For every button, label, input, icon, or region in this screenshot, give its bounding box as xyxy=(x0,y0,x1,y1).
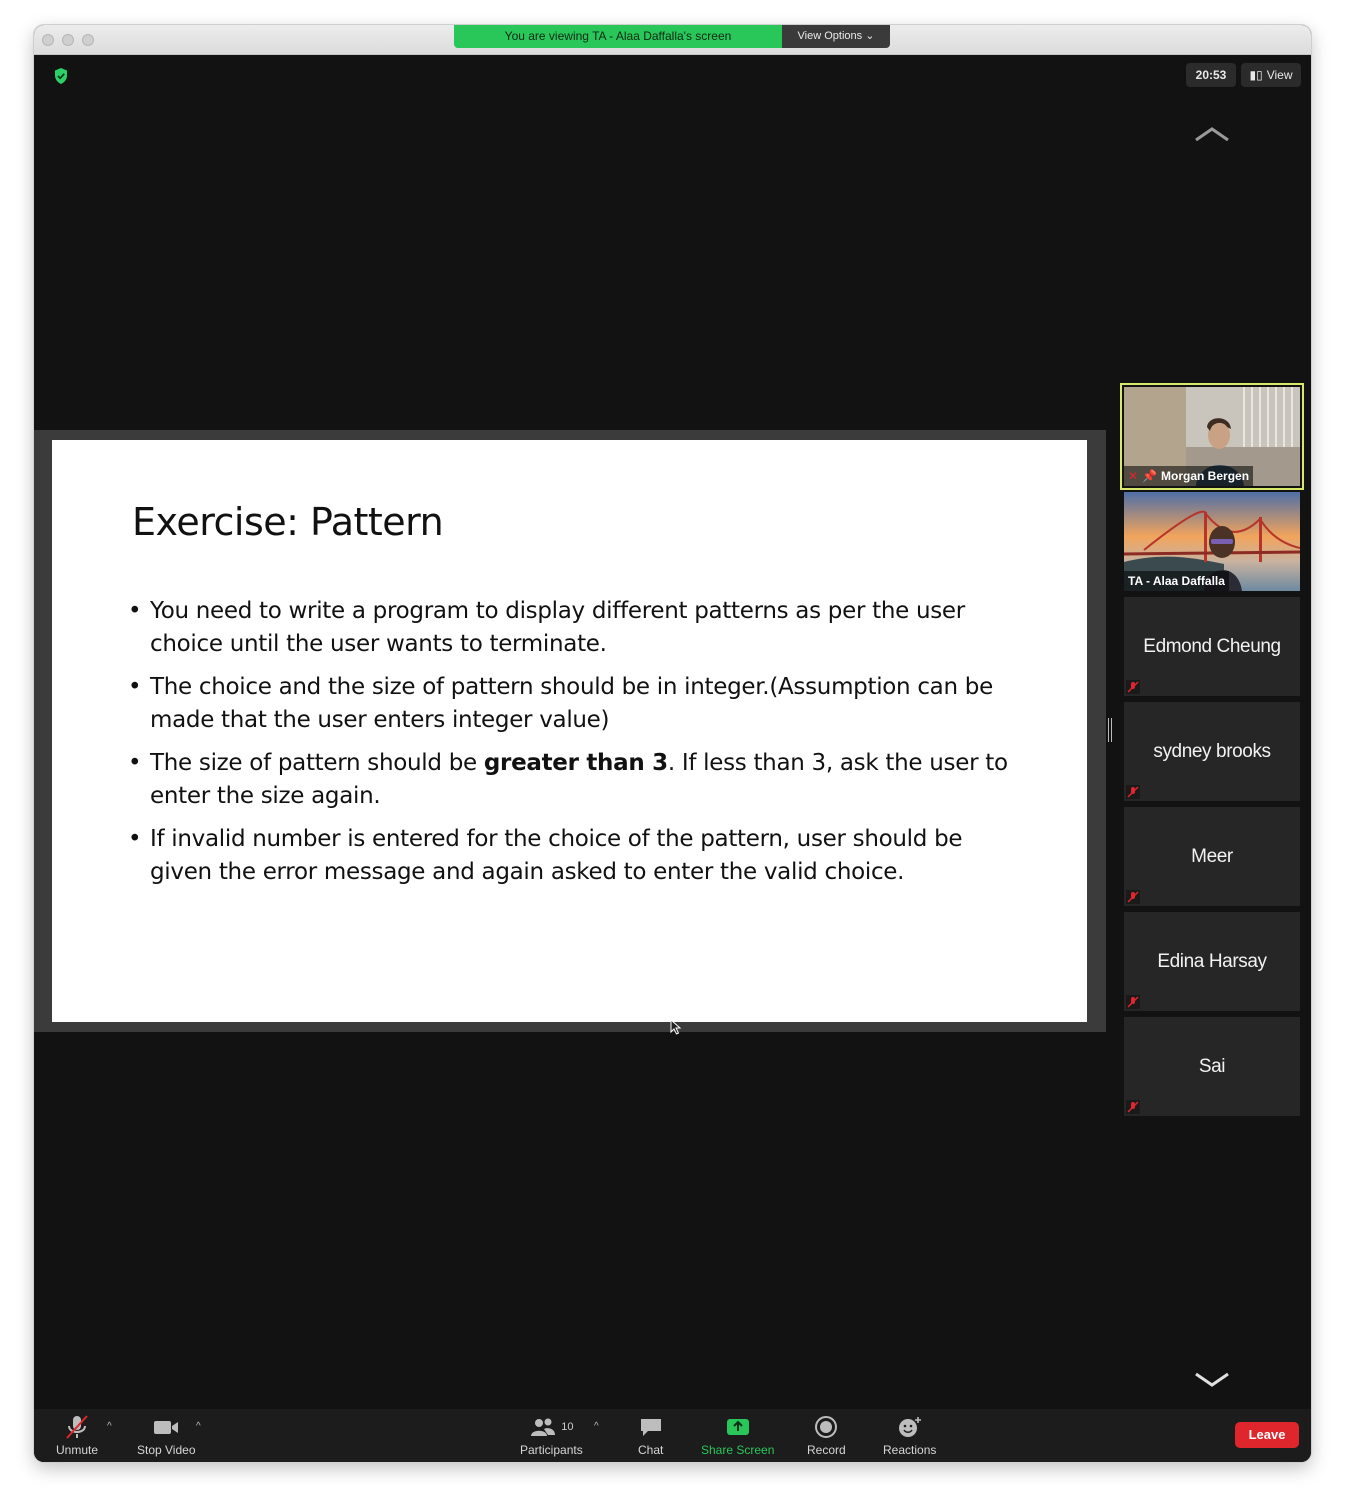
bullet-item: The size of pattern should be greater th… xyxy=(128,747,1028,813)
reactions-label: Reactions xyxy=(883,1443,937,1457)
minimize-window-button[interactable] xyxy=(62,34,74,46)
security-shield-icon[interactable] xyxy=(51,66,71,86)
participants-options-caret-icon[interactable]: ^ xyxy=(594,1421,599,1432)
muted-mic-icon xyxy=(1126,1100,1140,1114)
participants-label: Participants xyxy=(520,1443,583,1457)
unmute-label: Unmute xyxy=(56,1443,99,1457)
muted-mic-icon xyxy=(1126,680,1140,694)
bullet-item: You need to write a program to display d… xyxy=(128,595,1028,661)
chat-label: Chat xyxy=(638,1443,664,1457)
participant-name: TA - Alaa Daffalla xyxy=(1128,574,1225,588)
view-label: View xyxy=(1266,68,1293,82)
participant-tile[interactable]: TA - Alaa Daffalla xyxy=(1124,492,1300,591)
participant-name: sydney brooks xyxy=(1153,740,1271,762)
leave-button[interactable]: Leave xyxy=(1235,1422,1299,1448)
record-label: Record xyxy=(807,1443,846,1457)
participant-name: Sai xyxy=(1198,1055,1226,1077)
muted-microphone-icon xyxy=(66,1415,88,1439)
participant-tile[interactable]: Sai xyxy=(1124,1017,1300,1116)
muted-mic-icon xyxy=(1126,785,1140,799)
grid-view-icon: ▮▯ xyxy=(1249,68,1263,82)
zoom-window-button[interactable] xyxy=(82,34,94,46)
bullet-text: The size of pattern should be xyxy=(150,750,484,776)
participants-icon xyxy=(531,1418,556,1436)
participant-tile[interactable]: Edina Harsay xyxy=(1124,912,1300,1011)
participants-count: 10 xyxy=(561,1421,574,1433)
chevron-down-icon: ⌄ xyxy=(865,30,875,42)
participant-name: Edina Harsay xyxy=(1157,950,1267,972)
video-options-caret-icon[interactable]: ^ xyxy=(196,1421,201,1432)
share-screen-label: Share Screen xyxy=(701,1443,775,1457)
close-window-button[interactable] xyxy=(42,34,54,46)
view-options-label: View Options xyxy=(797,30,863,42)
record-icon xyxy=(815,1416,838,1438)
bullet-bold-text: greater than 3 xyxy=(483,750,668,776)
title-bar: You are viewing TA - Alaa Daffalla's scr… xyxy=(34,25,1311,55)
participant-tile[interactable]: sydney brooks xyxy=(1124,702,1300,801)
smiley-reaction-icon xyxy=(898,1417,921,1437)
scroll-up-chevron-icon[interactable] xyxy=(1192,123,1232,145)
share-screen-icon xyxy=(726,1419,749,1435)
muted-mic-icon xyxy=(1126,995,1140,1009)
record-button[interactable]: Record xyxy=(807,1413,846,1457)
mouse-cursor-icon xyxy=(670,1019,682,1035)
stop-video-button[interactable]: Stop Video xyxy=(137,1413,196,1457)
view-button[interactable]: ▮▯ View xyxy=(1241,63,1301,87)
video-camera-icon xyxy=(154,1421,179,1434)
view-options-button[interactable]: View Options ⌄ xyxy=(782,25,890,48)
share-screen-button[interactable]: Share Screen xyxy=(701,1413,774,1457)
meeting-toolbar: Unmute ^ Stop Video ^ 10 Participants ^ … xyxy=(34,1409,1311,1462)
bullet-item: The choice and the size of pattern shoul… xyxy=(128,671,1028,737)
chat-button[interactable]: Chat xyxy=(638,1413,663,1457)
chat-bubble-icon xyxy=(640,1419,661,1436)
audio-options-caret-icon[interactable]: ^ xyxy=(107,1421,112,1432)
slide-title: Exercise: Pattern xyxy=(132,500,444,544)
scroll-down-chevron-icon[interactable] xyxy=(1192,1369,1232,1391)
meeting-clock: 20:53 xyxy=(1186,63,1236,87)
shared-screen: Exercise: Pattern You need to write a pr… xyxy=(34,430,1106,1032)
unmute-button[interactable]: Unmute xyxy=(56,1413,98,1457)
slide-bullets: You need to write a program to display d… xyxy=(128,595,1028,899)
participants-button[interactable]: 10 Participants xyxy=(520,1413,583,1457)
participant-name: Meer xyxy=(1191,845,1233,867)
stop-video-label: Stop Video xyxy=(137,1443,196,1457)
presentation-slide: Exercise: Pattern You need to write a pr… xyxy=(52,440,1087,1022)
muted-mic-icon xyxy=(1126,890,1140,904)
screen-share-banner: You are viewing TA - Alaa Daffalla's scr… xyxy=(454,25,890,48)
participant-tile[interactable]: Edmond Cheung xyxy=(1124,597,1300,696)
participant-tile[interactable]: Meer xyxy=(1124,807,1300,906)
participant-caption: TA - Alaa Daffalla xyxy=(1124,571,1229,591)
reactions-button[interactable]: Reactions xyxy=(883,1413,936,1457)
zoom-window: You are viewing TA - Alaa Daffalla's scr… xyxy=(34,25,1311,1462)
bullet-item: If invalid number is entered for the cho… xyxy=(128,823,1028,889)
panel-resize-handle[interactable] xyxy=(1108,718,1112,742)
participant-name: Edmond Cheung xyxy=(1143,635,1281,657)
viewing-screen-label: You are viewing TA - Alaa Daffalla's scr… xyxy=(454,25,782,48)
active-speaker-border xyxy=(1120,383,1304,490)
